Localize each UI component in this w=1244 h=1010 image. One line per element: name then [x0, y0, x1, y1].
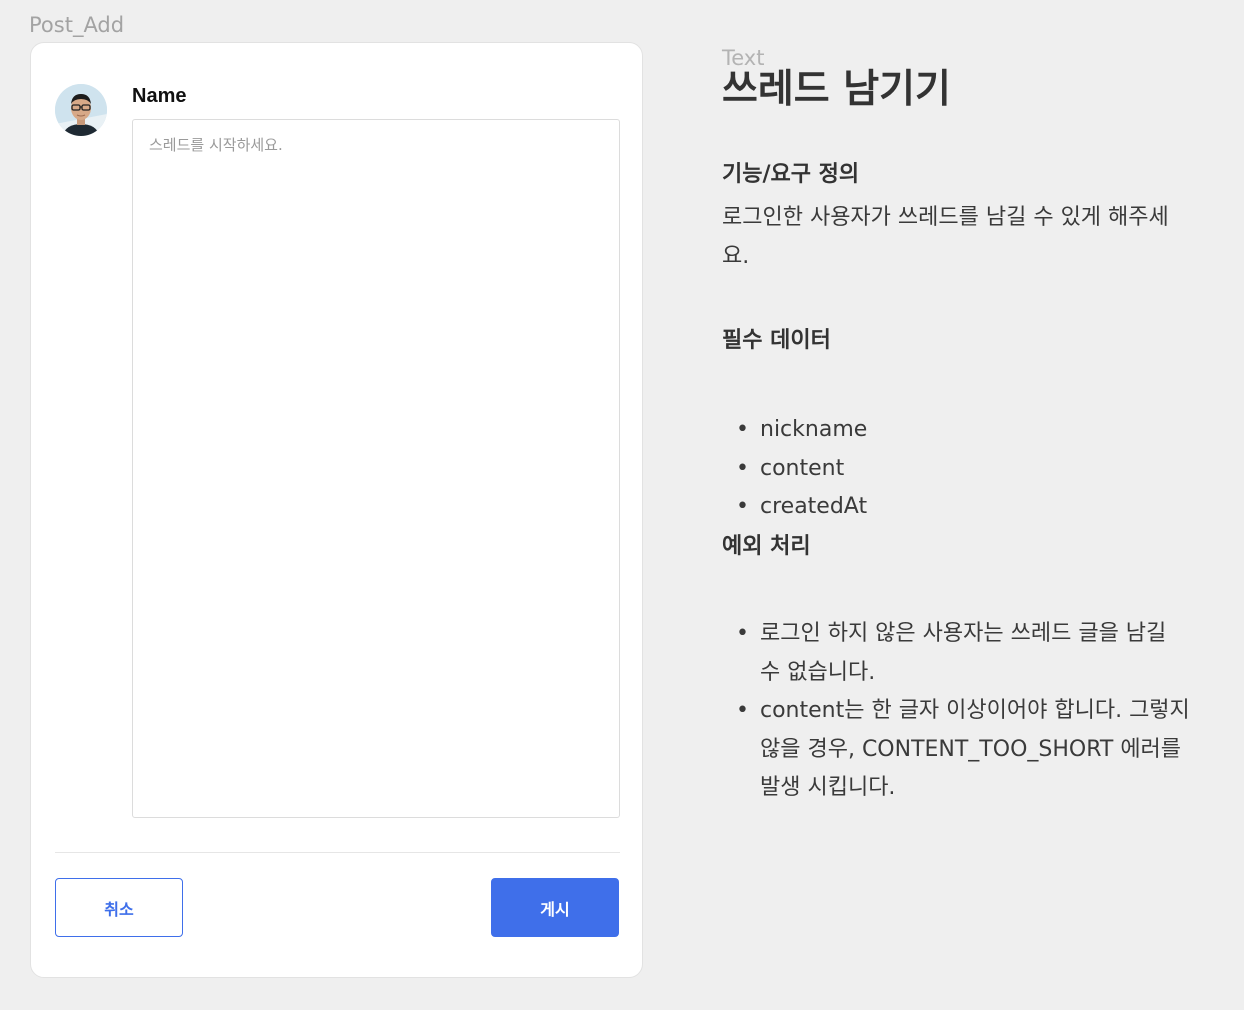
- list-item-text: createdAt: [760, 494, 868, 520]
- exception-list: • 로그인 하지 않은 사용자는 쓰레드 글을 남길 수 없습니다. • conte…: [722, 615, 1192, 808]
- required-data-list: • nickname • content • createdAt: [722, 411, 1192, 527]
- list-item-text: content: [760, 455, 845, 481]
- thread-content-input[interactable]: [132, 119, 620, 818]
- function-description: 로그인한 사용자가 쓰레드를 남길 수 있게 해주세요.: [722, 205, 1169, 269]
- list-item-text: 로그인 하지 않은 사용자는 쓰레드 글을 남길 수 없습니다.: [760, 621, 1167, 685]
- exception-heading: 예외 처리: [722, 534, 811, 559]
- spec-title: 쓰레드 남기기: [722, 67, 951, 112]
- avatar: [55, 84, 107, 136]
- required-data-heading: 필수 데이터: [722, 328, 831, 353]
- spec-panel: Text 쓰레드 남기기 기능/요구 정의 로그인한 사용자가 쓰레드를 남길 …: [722, 46, 1202, 800]
- frame-label: Post_Add: [29, 13, 125, 37]
- user-avatar-icon: [55, 84, 107, 136]
- author-name: Name: [132, 85, 187, 107]
- divider: [55, 852, 620, 853]
- list-item: • createdAt: [736, 494, 868, 520]
- list-item: • content는 한 글자 이상이어야 합니다. 그렇지 않을 경우, CON…: [736, 698, 1190, 801]
- list-item-text: content는 한 글자 이상이어야 합니다. 그렇지 않을 경우, CONT…: [760, 698, 1190, 801]
- cancel-button[interactable]: 취소: [55, 878, 183, 937]
- post-composer-card: Name 취소 게시: [30, 42, 643, 978]
- list-item: • nickname: [736, 417, 868, 442]
- function-heading: 기능/요구 정의: [722, 162, 860, 187]
- list-item-text: nickname: [760, 417, 868, 442]
- submit-post-button[interactable]: 게시: [491, 878, 619, 937]
- list-item: • content: [736, 455, 845, 481]
- list-item: • 로그인 하지 않은 사용자는 쓰레드 글을 남길 수 없습니다.: [736, 621, 1167, 685]
